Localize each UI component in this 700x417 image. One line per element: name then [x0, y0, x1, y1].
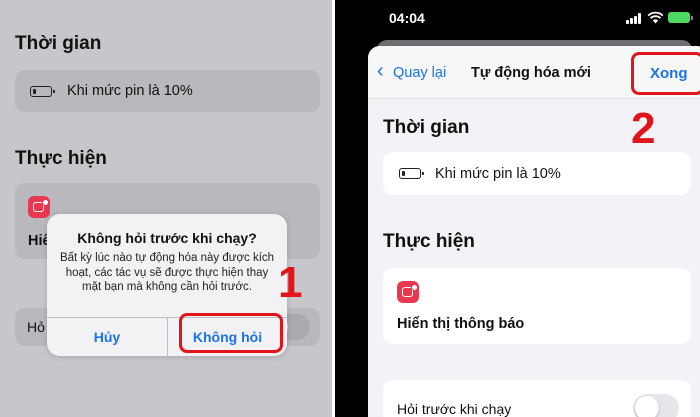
section-title-do: Thực hiện: [15, 148, 107, 169]
status-bar: 04:04: [335, 0, 700, 34]
nav-title: Tự động hóa mới: [471, 65, 591, 81]
ask-before-run-toggle[interactable]: [633, 394, 679, 417]
battery-icon: [399, 168, 424, 179]
automation-sheet: ‹ Quay lại Tự động hóa mới Xong 2 Thời g…: [368, 46, 700, 417]
battery-condition-text: Khi mức pin là 10%: [435, 166, 561, 182]
dialog-title: Không hỏi trước khi chạy?: [77, 230, 257, 246]
section-title-time: Thời gian: [383, 117, 470, 138]
battery-condition-text: Khi mức pin là 10%: [67, 83, 193, 99]
notification-app-icon: [28, 196, 50, 218]
back-chevron-icon[interactable]: ‹: [377, 60, 384, 83]
back-button[interactable]: Quay lại: [393, 65, 446, 81]
highlight-box-step-2: [631, 52, 700, 95]
dialog-message: Bất kỳ lúc nào tự động hóa này được kích…: [59, 252, 275, 293]
navigation-bar: ‹ Quay lại Tự động hóa mới Xong: [368, 46, 700, 99]
ask-before-run-label: Hỏi trước khi chạy: [397, 401, 512, 417]
step-number-1: 1: [278, 258, 303, 307]
right-screenshot-panel: 04:04 ‹ Quay lại Tự động hóa mới Xong 2 …: [335, 0, 700, 417]
trigger-card[interactable]: Khi mức pin là 10%: [383, 152, 691, 195]
status-time: 04:04: [389, 10, 425, 26]
notification-app-icon: [397, 281, 419, 303]
cancel-button[interactable]: Hủy: [47, 318, 167, 356]
trigger-card[interactable]: Khi mức pin là 10%: [15, 70, 320, 112]
action-label: Hiển thị thông báo: [397, 316, 525, 332]
highlight-box-step-1: [179, 313, 283, 353]
ask-before-run-row[interactable]: Hỏi trước khi chạy: [383, 380, 691, 417]
signal-icon: [626, 13, 642, 24]
ask-before-run-label-partial: Hỏ: [27, 319, 45, 335]
battery-status-icon: [668, 12, 693, 23]
battery-icon: [30, 86, 55, 97]
left-screenshot-panel: Thời gian Khi mức pin là 10% Thực hiện H…: [0, 0, 332, 417]
section-title-do: Thực hiện: [383, 231, 475, 252]
wifi-icon: [647, 11, 664, 24]
action-card[interactable]: Hiển thị thông báo: [383, 268, 691, 344]
section-title-time: Thời gian: [15, 33, 102, 54]
step-number-2: 2: [631, 104, 656, 153]
